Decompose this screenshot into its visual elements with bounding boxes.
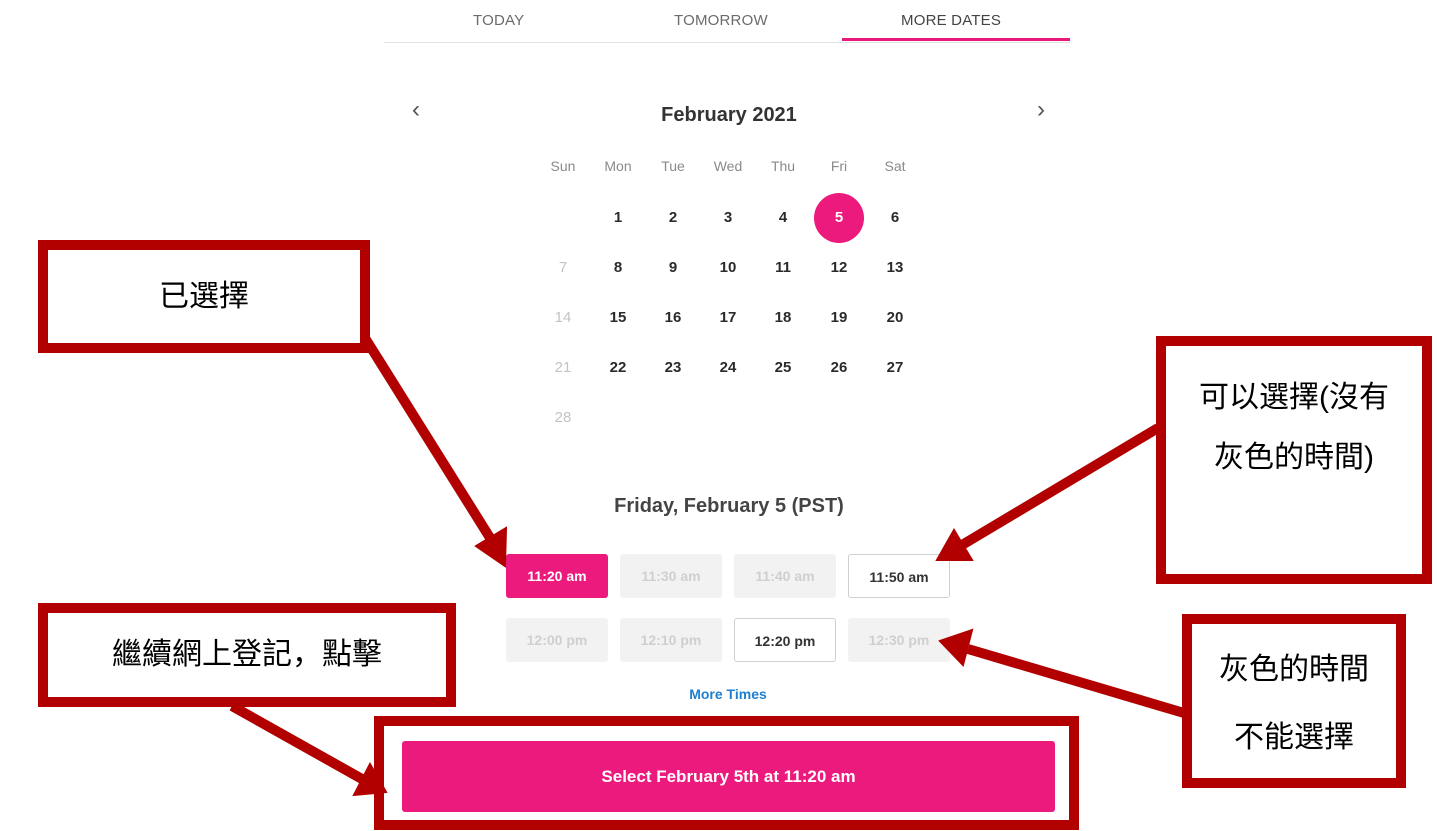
arrow-head-unavailable xyxy=(938,628,974,667)
annotation-arrows xyxy=(229,335,1186,797)
arrow-to-selected-slot xyxy=(360,335,497,544)
arrow-to-select-button xyxy=(229,701,365,784)
arrow-to-unavailable-slot xyxy=(966,644,1186,718)
arrow-to-available-slot xyxy=(959,423,1161,550)
